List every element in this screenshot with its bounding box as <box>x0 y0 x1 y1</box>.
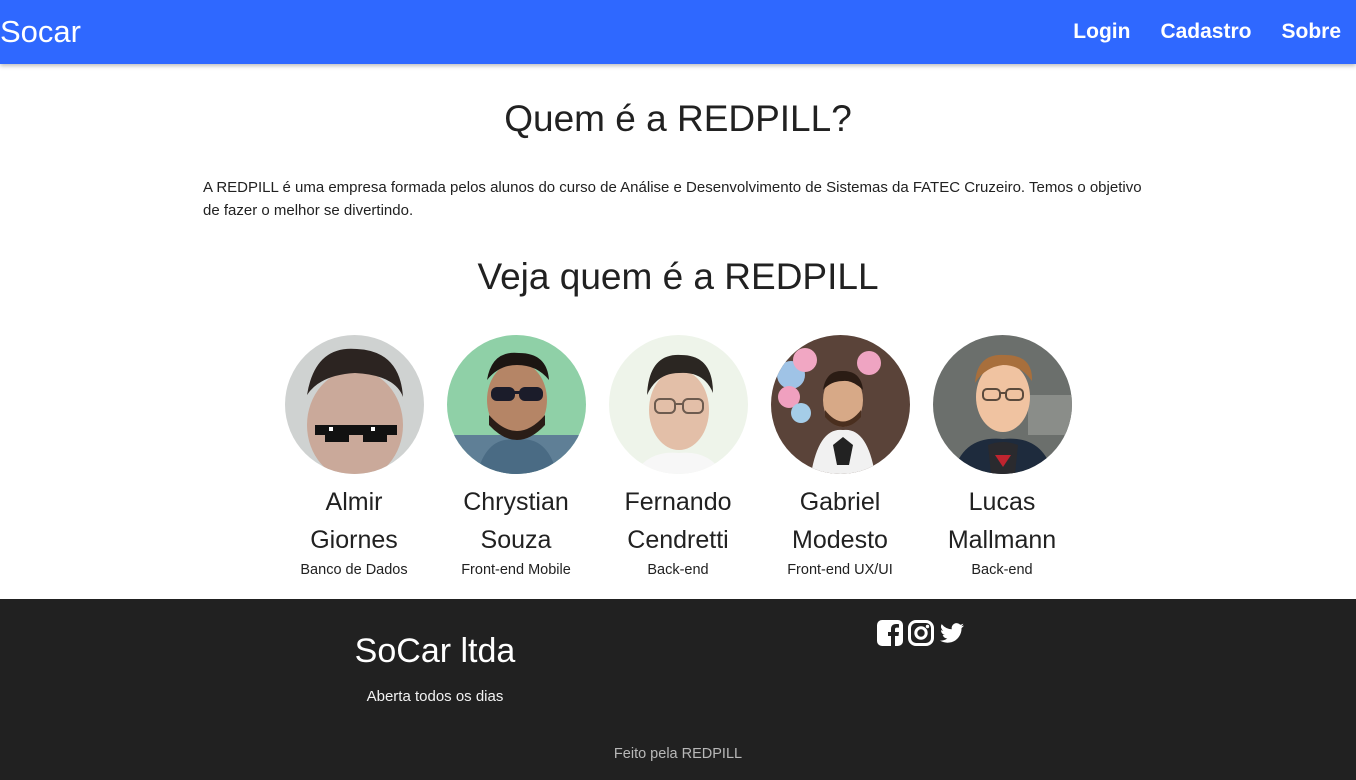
team-member: Almir Giornes Banco de Dados <box>273 335 435 580</box>
social-links <box>876 619 966 647</box>
twitter-icon[interactable] <box>938 619 966 647</box>
member-role: Front-end Mobile <box>461 562 571 578</box>
member-name: Lucas Mallmann <box>947 488 1057 554</box>
member-role: Banco de Dados <box>300 562 408 578</box>
nav-login-link[interactable]: Login <box>1058 0 1145 64</box>
avatar-photo <box>446 335 586 474</box>
footer-title: SoCar ltda <box>354 632 516 670</box>
about-title: Quem é a REDPILL? <box>504 98 852 139</box>
nav-sobre-link[interactable]: Sobre <box>1266 0 1356 64</box>
nav-links: Login Cadastro Sobre <box>1058 0 1356 64</box>
member-name: Almir Giornes <box>310 488 398 554</box>
brand-logo[interactable]: Socar <box>0 0 81 64</box>
facebook-icon[interactable] <box>876 619 904 647</box>
instagram-icon[interactable] <box>907 619 935 647</box>
member-name: Chrystian Souza <box>463 488 569 554</box>
team-list: Almir Giornes Banco de Dados Chrystian S… <box>273 335 1083 580</box>
member-name: Fernando Cendretti <box>624 488 732 554</box>
avatar-photo <box>284 335 424 474</box>
avatar-photo <box>932 335 1072 474</box>
main-content: Quem é a REDPILL? A REDPILL é uma empres… <box>0 64 1356 599</box>
footer-subtitle: Aberta todos os dias <box>366 688 504 705</box>
team-member: Fernando Cendretti Back-end <box>597 335 759 580</box>
member-role: Back-end <box>647 562 709 578</box>
footer: SoCar ltda Aberta todos os dias Feito pe… <box>0 599 1356 780</box>
nav-cadastro-link[interactable]: Cadastro <box>1145 0 1266 64</box>
member-name: Gabriel Modesto <box>792 488 888 554</box>
team-member: Lucas Mallmann Back-end <box>921 335 1083 580</box>
about-text: A REDPILL é uma empresa formada pelos al… <box>203 179 1142 219</box>
avatar-photo <box>608 335 748 474</box>
team-member: Chrystian Souza Front-end Mobile <box>435 335 597 580</box>
member-role: Back-end <box>971 562 1033 578</box>
copyright-text: Feito pela REDPILL <box>613 746 743 762</box>
team-title: Veja quem é a REDPILL <box>477 256 879 297</box>
member-role: Front-end UX/UI <box>787 562 893 578</box>
team-member: Gabriel Modesto Front-end UX/UI <box>759 335 921 580</box>
avatar-photo <box>770 335 910 474</box>
navbar: Socar Login Cadastro Sobre <box>0 0 1356 64</box>
